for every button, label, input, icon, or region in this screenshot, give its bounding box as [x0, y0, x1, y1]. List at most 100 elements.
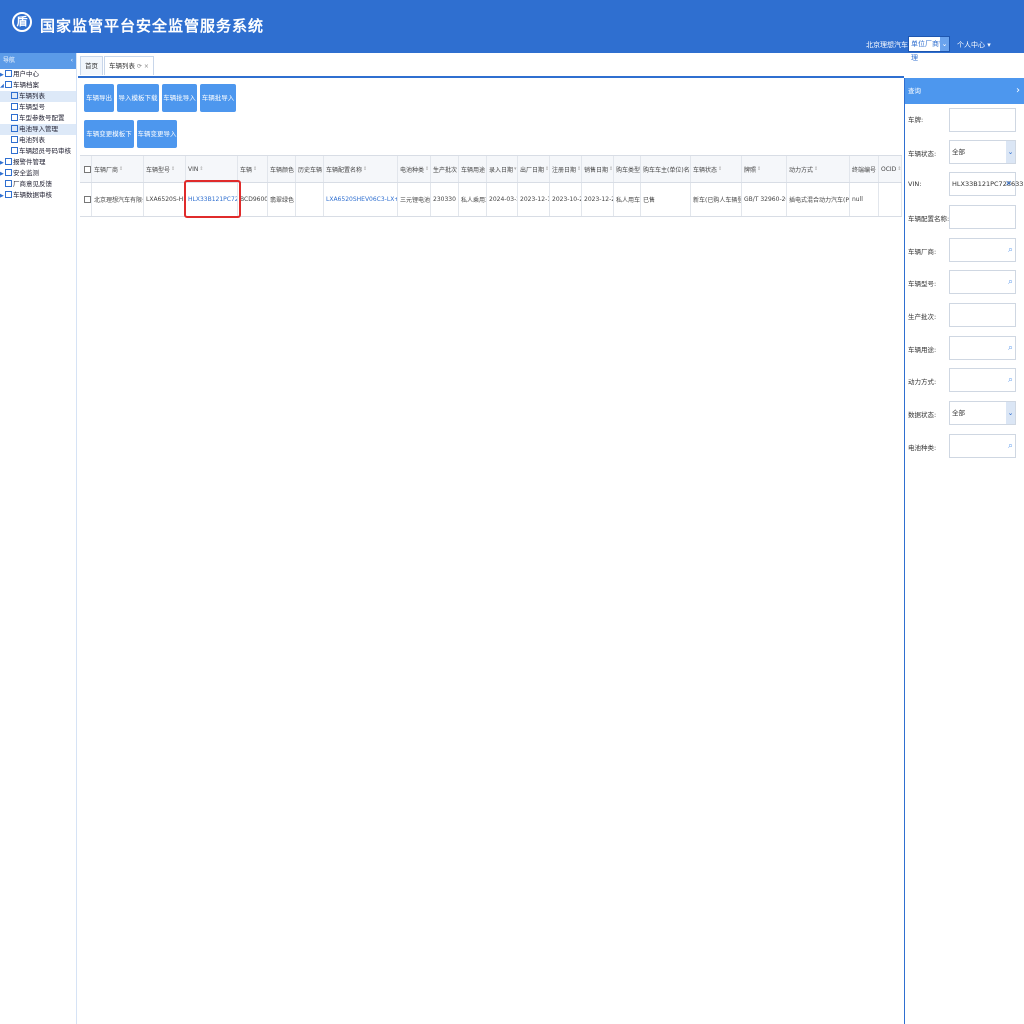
- table-cell: 插电式混合动力汽车(PHEV): [787, 183, 850, 216]
- select-all-checkbox[interactable]: [84, 165, 91, 173]
- template-download-button[interactable]: 导入模板下载: [117, 84, 159, 112]
- change-template-download-button[interactable]: 车辆变更模板下载: [84, 120, 134, 166]
- field-label: 电池种类:: [908, 444, 937, 452]
- field-label: 车辆状态:: [908, 150, 937, 158]
- current-user-label: 北京理想汽车: [866, 41, 908, 49]
- column-header[interactable]: 车辆用途⇕: [459, 156, 487, 182]
- column-header[interactable]: 购车类型⇕: [614, 156, 641, 182]
- change-import-button[interactable]: 车辆变更导入: [137, 120, 177, 148]
- table-cell: 2023-12-13: [518, 183, 550, 216]
- sidebar-item-safety[interactable]: ▶ 安全监测: [0, 168, 76, 179]
- config-icon: [11, 114, 18, 121]
- column-header[interactable]: 注册日期 ⇕: [550, 156, 582, 182]
- tab-vehicle-list[interactable]: 车辆列表 ⟳ ×: [104, 56, 154, 75]
- field-label: 车辆用途:: [908, 346, 937, 354]
- manufacturer-input[interactable]: ⌕: [949, 238, 1016, 262]
- sidebar-item-label: 用户中心: [13, 70, 39, 78]
- chevron-right-icon[interactable]: ›: [1016, 78, 1020, 104]
- table-cell: [879, 183, 902, 216]
- field-label: 数据状态:: [908, 411, 937, 419]
- search-icon[interactable]: ⌕: [1008, 271, 1013, 293]
- sidebar-item-model-config[interactable]: 车型参数号配置: [0, 113, 76, 124]
- vehicle-status-select[interactable]: 全部 ⌄: [949, 140, 1016, 164]
- batch-input[interactable]: [949, 303, 1016, 327]
- table-header: 车辆厂商 ⇕ 车辆型号 ⇕ VIN ⇕ 车辆 ⇕ 车辆颜色 历史车辆 车辆配置名称 ⇕ 电…: [80, 155, 902, 183]
- sidebar-item-data-audit[interactable]: ▶ 车辆数据审核: [0, 190, 76, 201]
- folder-icon: [5, 81, 12, 88]
- clear-icon[interactable]: ✕: [1005, 173, 1012, 195]
- collapse-icon[interactable]: ‹: [71, 53, 73, 69]
- import-icon: [11, 125, 18, 132]
- search-icon[interactable]: ⌕: [1008, 337, 1013, 359]
- data-status-select[interactable]: 全部 ⌄: [949, 401, 1016, 425]
- column-header[interactable]: 生产批次⇕: [431, 156, 459, 182]
- table-cell: [296, 183, 324, 216]
- sidebar-item-label: 电池导入管理: [19, 125, 58, 133]
- sidebar-item-label: 电池列表: [19, 136, 45, 144]
- field-label: 车牌:: [908, 116, 924, 124]
- export-button[interactable]: 车辆导出: [84, 84, 114, 112]
- sidebar-header: 导航 ‹: [0, 53, 76, 69]
- batch-import-button[interactable]: 车辆批导入: [162, 84, 197, 112]
- usage-input[interactable]: ⌕: [949, 336, 1016, 360]
- list-icon: [11, 92, 18, 99]
- table-cell: 2023-10-20: [550, 183, 582, 216]
- field-label: 车辆厂商:: [908, 248, 937, 256]
- column-header[interactable]: 牌照 ⇕: [742, 156, 787, 182]
- tab-home[interactable]: 首页: [80, 56, 103, 75]
- tab-bar: 首页 车辆列表 ⟳ ×: [80, 56, 155, 76]
- column-header[interactable]: OCID ⇕: [879, 156, 902, 182]
- sidebar-item-battery-list[interactable]: 电池列表: [0, 135, 76, 146]
- search-icon[interactable]: ⌕: [1008, 239, 1013, 261]
- field-label: VIN:: [908, 180, 922, 188]
- column-header[interactable]: 历史车辆: [296, 156, 324, 182]
- column-header[interactable]: 车辆型号 ⇕: [144, 156, 186, 182]
- sidebar-item-vehicle-list[interactable]: 车辆列表: [0, 91, 76, 102]
- field-label: 生产批次:: [908, 313, 937, 321]
- sidebar-item-label: 厂商意见反馈: [13, 180, 52, 188]
- vin-input[interactable]: HLX33B121PC728633 ✕: [949, 172, 1023, 196]
- column-header[interactable]: 录入日期 ▾: [487, 156, 518, 182]
- sidebar-item-vehicle-archive[interactable]: ◢ 车辆档案: [0, 80, 76, 91]
- column-header[interactable]: 销售日期 ⇕: [582, 156, 614, 182]
- column-header[interactable]: 车辆 ⇕: [238, 156, 268, 182]
- table-cell: 230330: [431, 183, 459, 216]
- config-name-input[interactable]: [949, 205, 1016, 229]
- battery-type-input[interactable]: ⌕: [949, 434, 1016, 458]
- column-header[interactable]: 出厂日期 ⇕: [518, 156, 550, 182]
- personal-center-menu[interactable]: 个人中心 ▾: [957, 40, 991, 50]
- batch-import-button-2[interactable]: 车辆批导入: [200, 84, 236, 112]
- column-header[interactable]: 车辆厂商 ⇕: [92, 156, 144, 182]
- column-header[interactable]: 终端编号⇕: [850, 156, 879, 182]
- sidebar-item-feedback[interactable]: 厂商意见反馈: [0, 179, 76, 190]
- column-header[interactable]: 车辆颜色: [268, 156, 296, 182]
- column-header[interactable]: 购车车主(单位)名称: [641, 156, 691, 182]
- row-checkbox[interactable]: [84, 196, 91, 203]
- table-cell: 北京理想汽车有限公司: [92, 183, 144, 216]
- sidebar-item-battery-import[interactable]: 电池导入管理: [0, 124, 76, 135]
- table-cell: null: [850, 183, 879, 216]
- search-icon[interactable]: ⌕: [1008, 369, 1013, 391]
- search-icon[interactable]: ⌕: [1008, 435, 1013, 457]
- column-header[interactable]: 电池种类 ⇕: [398, 156, 431, 182]
- column-header[interactable]: VIN ⇕: [186, 156, 238, 182]
- sidebar-item-alarm[interactable]: ▶ 报警件管理: [0, 157, 76, 168]
- close-icon[interactable]: ⟳ ×: [137, 63, 149, 70]
- column-header[interactable]: 动力方式 ⇕: [787, 156, 850, 182]
- config-link[interactable]: LXA6520SHEV06C3-LX+-X0001: [324, 183, 398, 216]
- sidebar-item-audit[interactable]: 车辆超员号码审核: [0, 146, 76, 157]
- column-header[interactable]: 车辆状态 ⇕: [691, 156, 742, 182]
- app-title: 国家监管平台安全监管服务系统: [40, 17, 265, 35]
- data-icon: [5, 191, 12, 198]
- model-input[interactable]: ⌕: [949, 270, 1016, 294]
- table-cell: 私人乘用车: [459, 183, 487, 216]
- sidebar-item-vehicle-model[interactable]: 车辆型号: [0, 102, 76, 113]
- sidebar-item-user-center[interactable]: ▶ 用户中心: [0, 69, 76, 80]
- role-select[interactable]: 单位厂商管理 ⌄: [908, 36, 950, 62]
- column-header[interactable]: 车辆配置名称 ⇕: [324, 156, 398, 182]
- feedback-icon: [5, 180, 12, 187]
- audit-icon: [11, 147, 18, 154]
- query-panel: 查询 › 车牌: 车辆状态: 全部 ⌄ VIN: HLX33B121PC72863…: [904, 78, 1024, 1024]
- plate-input[interactable]: [949, 108, 1016, 132]
- power-type-input[interactable]: ⌕: [949, 368, 1016, 392]
